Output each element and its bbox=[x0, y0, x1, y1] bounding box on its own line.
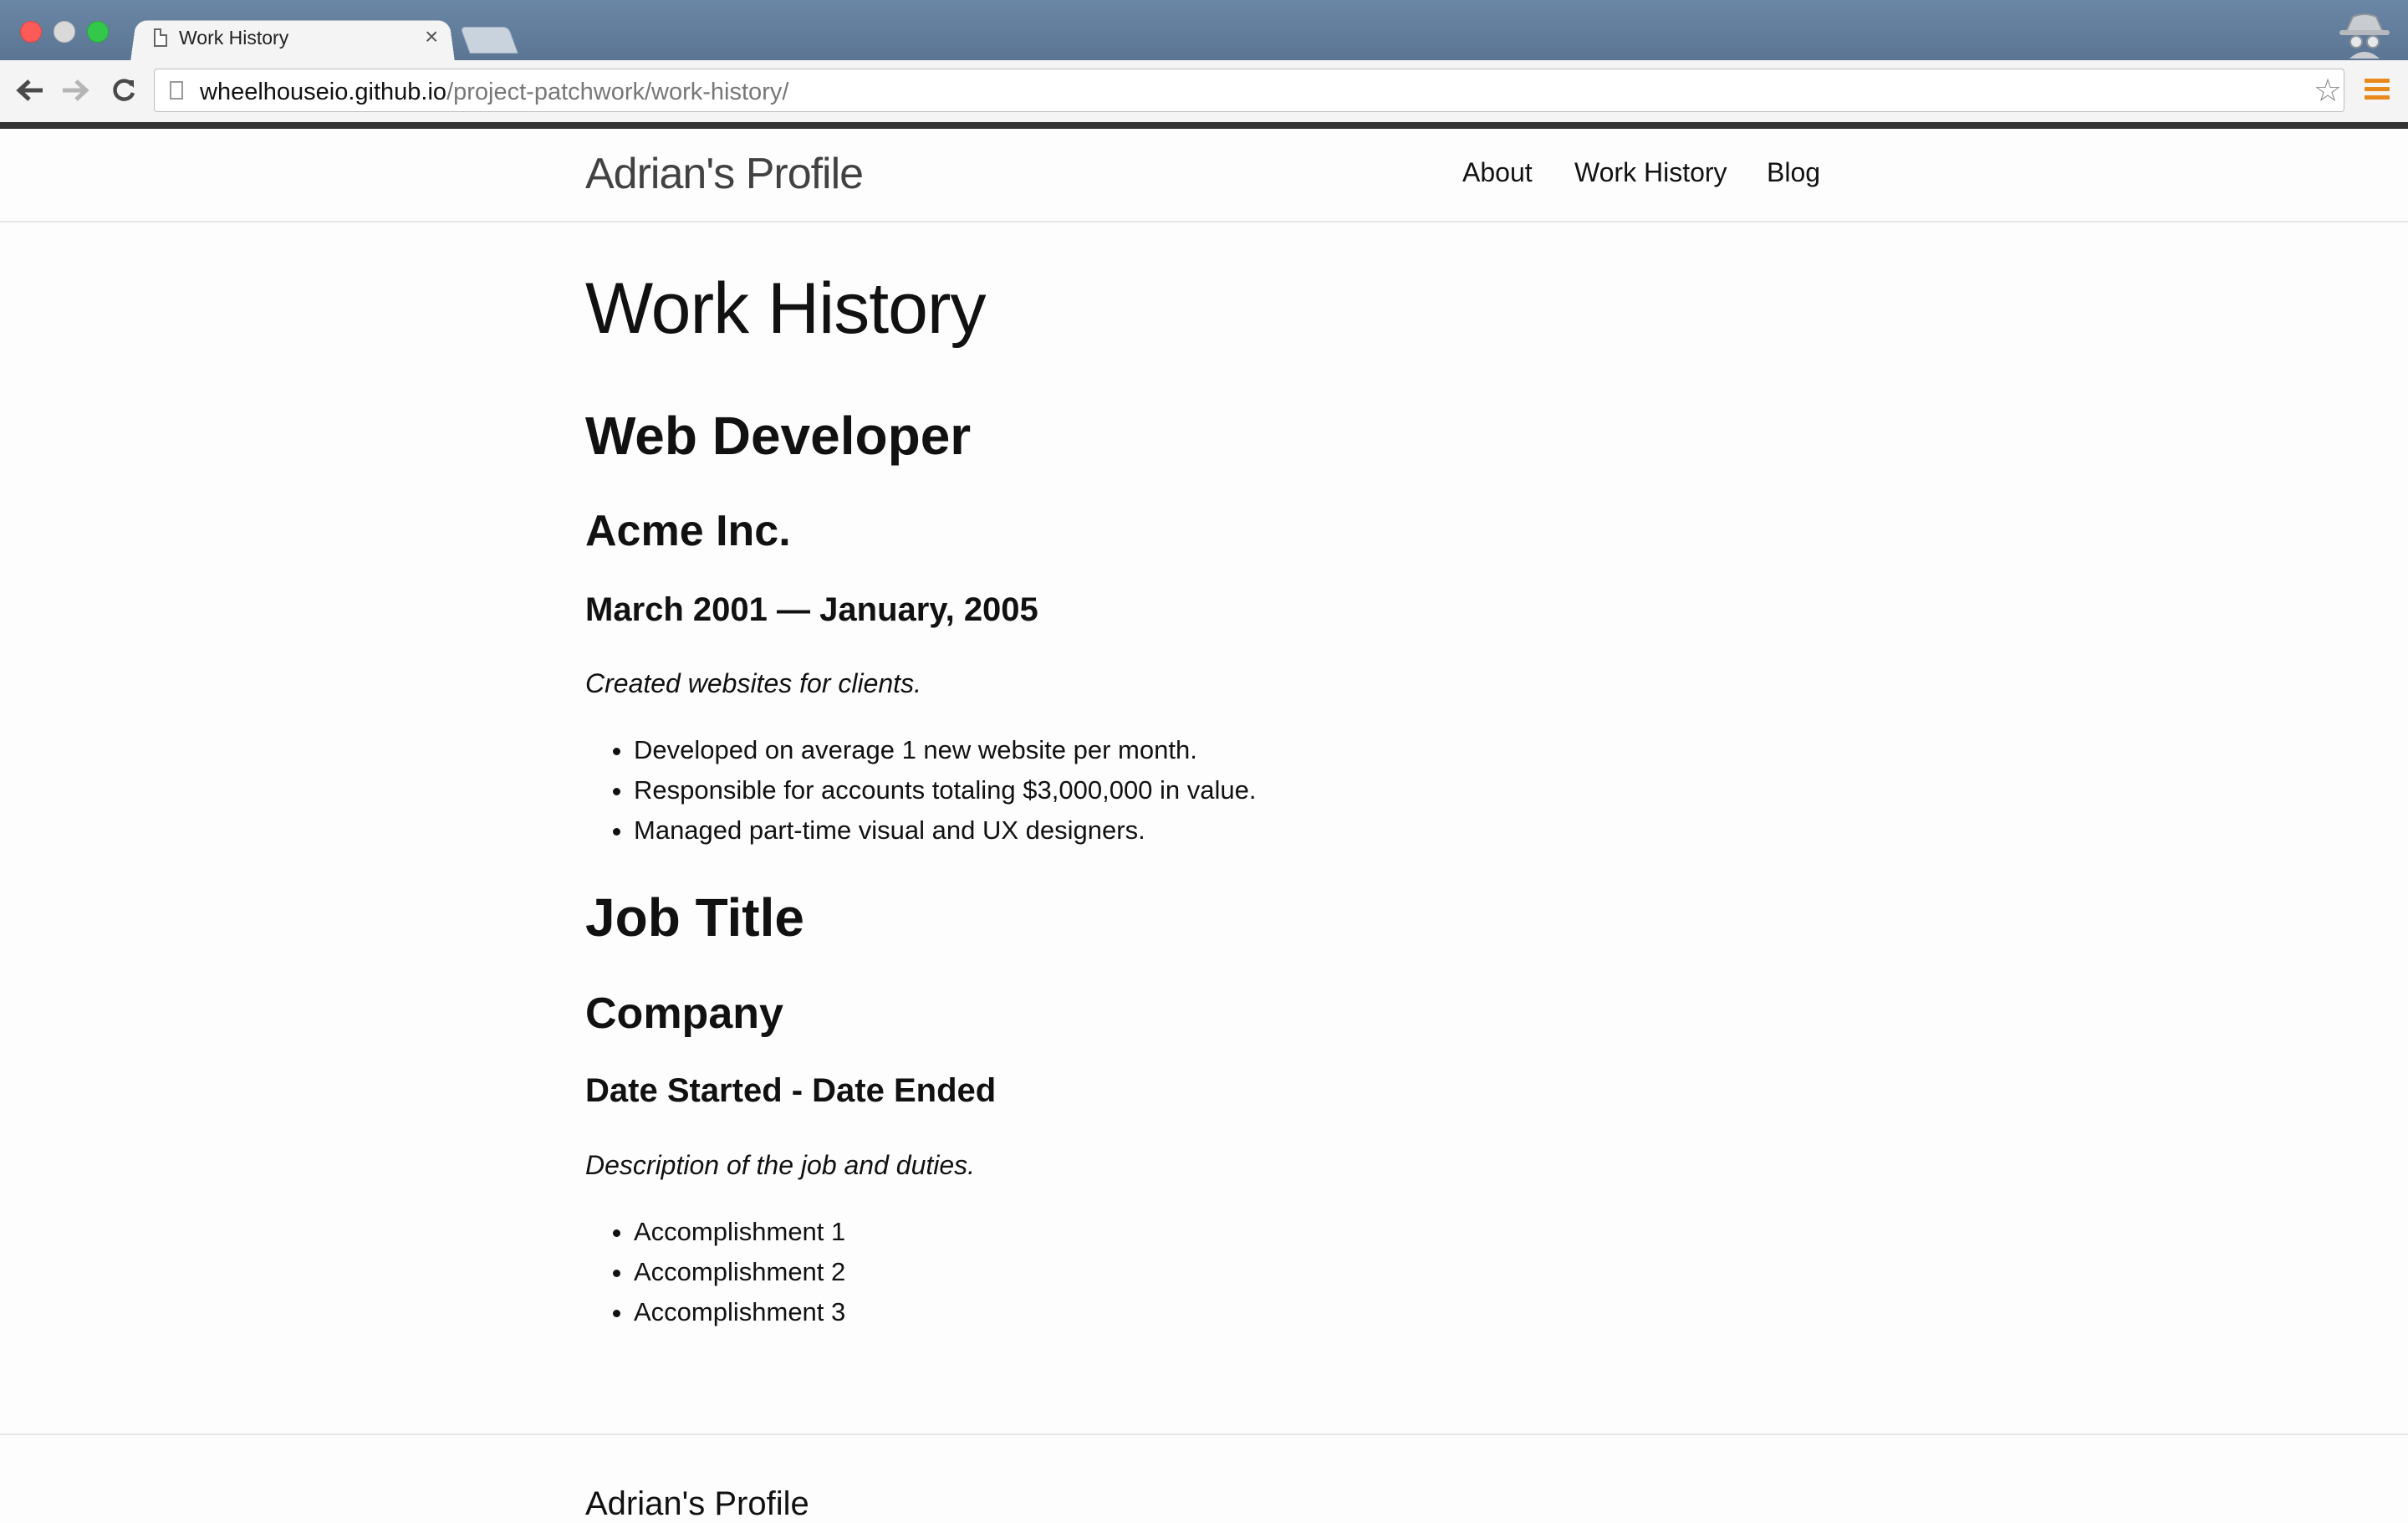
web-page: Adrian's Profile About Work History Blog… bbox=[0, 129, 2408, 1522]
browser-titlebar: Work History × bbox=[0, 0, 2408, 63]
job-description: Created websites for clients. bbox=[585, 668, 921, 698]
nav-link-blog[interactable]: Blog bbox=[1767, 157, 1820, 188]
browser-tab-content[interactable]: Work History × bbox=[149, 20, 450, 62]
accomplishments-list: Accomplishment 1 Accomplishment 2 Accomp… bbox=[585, 1212, 845, 1332]
nav-link-work-history[interactable]: Work History bbox=[1574, 157, 1727, 188]
list-item: Managed part-time visual and UX designer… bbox=[634, 810, 1257, 851]
new-tab-button[interactable] bbox=[460, 27, 518, 54]
reload-icon bbox=[113, 79, 135, 101]
list-item: Accomplishment 1 bbox=[634, 1212, 845, 1252]
job-description: Description of the job and duties. bbox=[585, 1150, 976, 1180]
site-title-link[interactable]: Adrian's Profile bbox=[585, 149, 864, 199]
page-icon bbox=[154, 28, 167, 47]
address-bar[interactable]: wheelhouseio.github.io/project-patchwork… bbox=[154, 69, 2344, 112]
site-header: Adrian's Profile About Work History Blog bbox=[0, 129, 2408, 222]
url-text[interactable]: wheelhouseio.github.io/project-patchwork… bbox=[200, 79, 788, 106]
incognito-icon bbox=[2339, 13, 2390, 59]
page-title: Work History bbox=[585, 268, 987, 349]
browser-toolbar: wheelhouseio.github.io/project-patchwork… bbox=[0, 60, 2408, 129]
job-title: Job Title bbox=[585, 887, 804, 948]
reload-button[interactable] bbox=[105, 72, 142, 109]
bookmark-star-icon[interactable]: ☆ bbox=[2314, 75, 2342, 107]
list-item: Accomplishment 2 bbox=[634, 1252, 845, 1292]
accomplishments-list: Developed on average 1 new website per m… bbox=[585, 730, 1257, 851]
tab-title: Work History bbox=[179, 27, 289, 49]
job-title: Web Developer bbox=[585, 406, 972, 466]
nav-link-about[interactable]: About bbox=[1462, 157, 1533, 188]
maximize-window-button[interactable] bbox=[87, 21, 109, 43]
job-dates: Date Started - Date Ended bbox=[585, 1072, 997, 1109]
footer-title: Adrian's Profile bbox=[585, 1485, 809, 1522]
minimize-window-button[interactable] bbox=[54, 21, 75, 43]
back-button[interactable] bbox=[12, 72, 48, 109]
job-company: Acme Inc. bbox=[585, 507, 791, 555]
list-item: Responsible for accounts totaling $3,000… bbox=[634, 770, 1257, 810]
url-path: /project-patchwork/work-history/ bbox=[446, 79, 789, 105]
url-host: wheelhouseio.github.io bbox=[200, 79, 447, 105]
browser-menu-icon[interactable] bbox=[2365, 79, 2390, 102]
arrow-right-icon bbox=[63, 79, 89, 101]
tab-close-icon[interactable]: × bbox=[425, 23, 438, 50]
page-icon bbox=[170, 81, 183, 100]
arrow-left-icon bbox=[16, 79, 43, 101]
close-window-button[interactable] bbox=[20, 21, 42, 43]
job-company: Company bbox=[585, 989, 783, 1038]
list-item: Developed on average 1 new website per m… bbox=[634, 730, 1257, 770]
job-dates: March 2001 — January, 2005 bbox=[585, 591, 1038, 628]
footer-divider bbox=[0, 1434, 2408, 1435]
list-item: Accomplishment 3 bbox=[634, 1292, 845, 1332]
forward-button[interactable] bbox=[57, 72, 94, 109]
